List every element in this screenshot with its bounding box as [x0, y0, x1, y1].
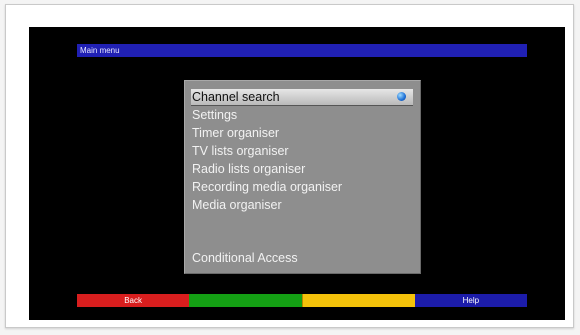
menu-item-label: Channel search [192, 90, 280, 104]
menu-item-label: Conditional Access [192, 251, 298, 265]
red-back-button[interactable]: Back [77, 294, 190, 307]
menu-item-media-organiser[interactable]: Media organiser [191, 197, 413, 213]
color-key-bar: Back Help [77, 294, 527, 307]
blue-help-button[interactable]: Help [414, 294, 527, 307]
menu-item-recording-media-organiser[interactable]: Recording media organiser [191, 179, 413, 195]
selection-indicator-icon [397, 92, 406, 101]
main-menu-panel: Channel search Settings Timer organiser … [184, 80, 421, 274]
menu-item-label: Recording media organiser [192, 180, 343, 194]
tv-screen: Main menu Channel search Settings Timer … [29, 27, 565, 320]
screenshot-frame: Main menu Channel search Settings Timer … [5, 4, 574, 328]
yellow-button[interactable] [301, 294, 415, 307]
menu-item-timer-organiser[interactable]: Timer organiser [191, 125, 413, 141]
menu-item-label: TV lists organiser [192, 144, 289, 158]
menu-item-settings[interactable]: Settings [191, 107, 413, 123]
menu-item-label: Settings [192, 108, 238, 122]
menu-item-label: Media organiser [192, 198, 282, 212]
menu-item-conditional-access[interactable]: Conditional Access [191, 250, 413, 266]
menu-item-label: Timer organiser [192, 126, 280, 140]
menu-item-radio-lists-organiser[interactable]: Radio lists organiser [191, 161, 413, 177]
menu-item-channel-search[interactable]: Channel search [191, 89, 413, 106]
menu-item-tv-lists-organiser[interactable]: TV lists organiser [191, 143, 413, 159]
green-button[interactable] [189, 294, 302, 307]
page-title: Main menu [80, 46, 120, 55]
title-bar: Main menu [77, 44, 527, 57]
menu-item-label: Radio lists organiser [192, 162, 306, 176]
